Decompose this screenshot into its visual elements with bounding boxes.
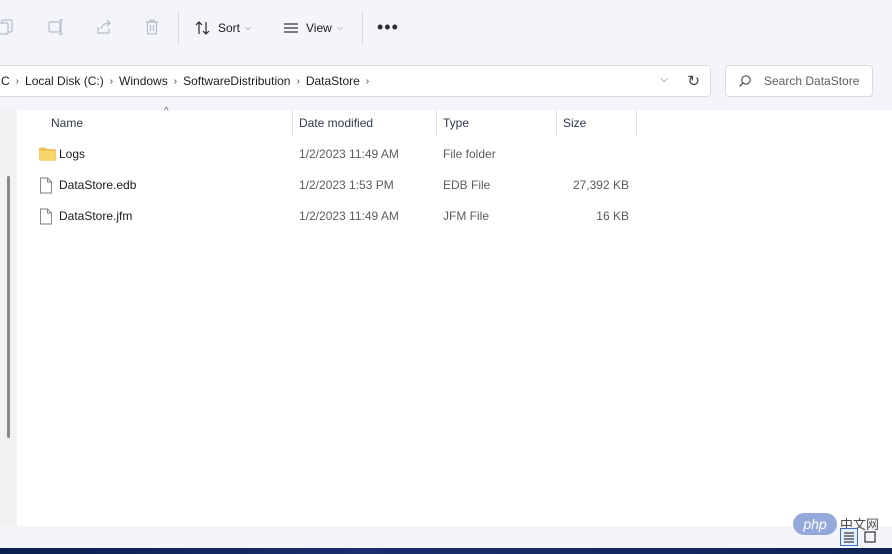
file-size (557, 139, 629, 169)
sort-label: Sort (218, 21, 241, 35)
file-icon (39, 177, 56, 194)
column-header-date[interactable]: Date modified (299, 110, 373, 136)
navigation-pane[interactable] (0, 110, 17, 526)
column-divider[interactable] (436, 110, 437, 136)
column-header-name[interactable]: Name (51, 110, 83, 136)
file-name: DataStore.edb (59, 178, 137, 192)
folder-icon (39, 146, 56, 163)
address-history-dropdown-icon[interactable]: ⌵ (660, 74, 668, 85)
file-date: 1/2/2023 1:53 PM (299, 178, 394, 192)
address-bar[interactable]: C › Local Disk (C:) › Windows › Software… (0, 65, 711, 97)
file-size: 16 KB (596, 209, 629, 223)
breadcrumb: C › Local Disk (C:) › Windows › Software… (1, 74, 371, 88)
details-view-icon[interactable] (840, 528, 858, 546)
rename-icon[interactable] (46, 17, 66, 37)
breadcrumb-item-datastore[interactable]: DataStore (302, 74, 364, 88)
file-row[interactable]: DataStore.jfm 1/2/2023 11:49 AM JFM File… (17, 201, 892, 231)
column-header-type[interactable]: Type (443, 110, 469, 136)
column-header-size[interactable]: Size (563, 110, 586, 136)
toolbar-separator (178, 12, 179, 44)
file-date: 1/2/2023 11:49 AM (299, 209, 399, 223)
command-bar: Sort ⌵ View ⌵ ••• (0, 0, 892, 56)
search-box[interactable]: Search DataStore (725, 65, 873, 97)
search-input[interactable]: Search DataStore (764, 74, 859, 88)
scrollbar-thumb[interactable] (7, 176, 10, 438)
breadcrumb-item-pc[interactable]: C (1, 74, 14, 88)
sort-button[interactable]: Sort ⌵ (194, 16, 251, 40)
file-list: ^ Name Date modified Type Size Logs 1/2/… (17, 106, 892, 526)
search-icon (738, 74, 752, 88)
refresh-icon[interactable]: ↻ (687, 72, 700, 90)
file-row[interactable]: DataStore.edb 1/2/2023 1:53 PM EDB File … (17, 170, 892, 200)
chevron-right-icon[interactable]: › (364, 76, 371, 87)
view-button[interactable]: View ⌵ (282, 16, 343, 40)
file-name: DataStore.jfm (59, 209, 133, 223)
file-icon (39, 208, 56, 225)
breadcrumb-item-softwaredistribution[interactable]: SoftwareDistribution (179, 74, 294, 88)
chevron-right-icon[interactable]: › (108, 76, 115, 87)
more-options-icon[interactable]: ••• (377, 18, 399, 36)
file-name-cell: DataStore.edb (39, 170, 136, 200)
column-divider[interactable] (636, 110, 637, 136)
toolbar-separator (362, 12, 363, 44)
chevron-right-icon[interactable]: › (294, 76, 301, 87)
file-name: Logs (59, 147, 86, 161)
file-name-cell: DataStore.jfm (39, 201, 132, 231)
chevron-down-icon: ⌵ (245, 23, 252, 32)
file-type: EDB File (443, 178, 491, 192)
file-name-cell: Logs (39, 139, 85, 169)
file-type: File folder (443, 147, 496, 161)
chevron-right-icon[interactable]: › (14, 76, 21, 87)
file-date: 1/2/2023 11:49 AM (299, 147, 399, 161)
breadcrumb-item-local-disk[interactable]: Local Disk (C:) (21, 74, 108, 88)
file-size: 27,392 KB (572, 178, 629, 192)
chevron-right-icon[interactable]: › (172, 76, 179, 87)
file-row[interactable]: Logs 1/2/2023 11:49 AM File folder (17, 139, 892, 169)
large-icons-view-icon[interactable] (861, 528, 879, 546)
file-type: JFM File (443, 209, 489, 223)
sort-ascending-icon: ^ (164, 106, 169, 117)
delete-icon[interactable] (142, 17, 162, 37)
navigation-bar: C › Local Disk (C:) › Windows › Software… (0, 55, 892, 110)
view-label: View (306, 21, 332, 35)
copy-icon[interactable] (0, 17, 16, 37)
sort-icon (194, 19, 212, 37)
taskbar (0, 548, 892, 554)
breadcrumb-item-windows[interactable]: Windows (115, 74, 172, 88)
column-divider[interactable] (292, 110, 293, 136)
column-divider[interactable] (556, 110, 557, 136)
view-icon (282, 19, 300, 37)
watermark-logo: php (793, 513, 837, 535)
chevron-down-icon: ⌵ (336, 23, 343, 32)
share-icon[interactable] (94, 17, 114, 37)
